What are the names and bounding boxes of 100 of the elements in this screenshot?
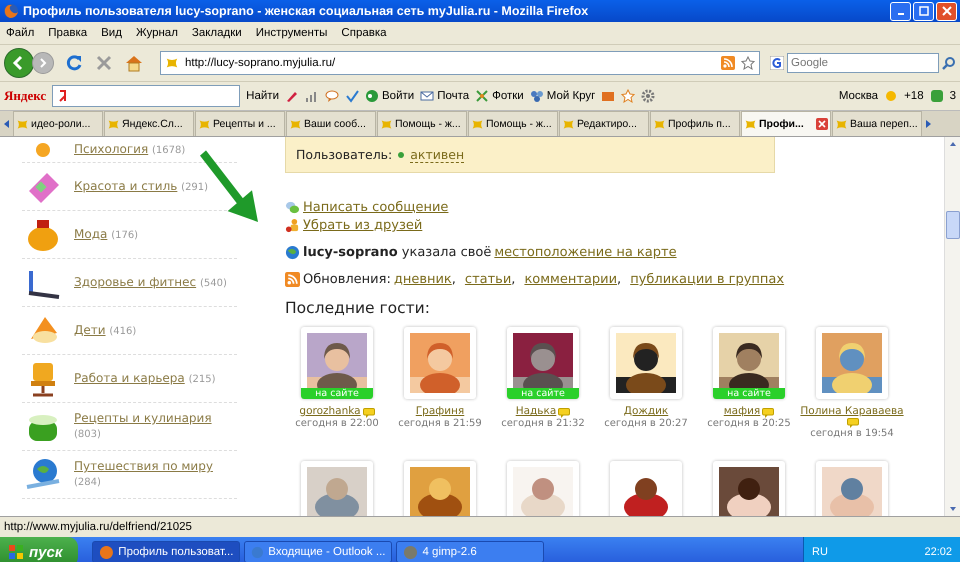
- site-logo-icon: [380, 118, 393, 130]
- star-icon[interactable]: [741, 56, 755, 70]
- star-icon[interactable]: [621, 89, 636, 103]
- visit-time: сегодня в 20:27: [604, 418, 688, 429]
- search-field[interactable]: Google: [787, 53, 939, 73]
- browser-tab[interactable]: Ваша переп...: [832, 111, 922, 136]
- address-field[interactable]: http://lucy-soprano.myjulia.ru/: [160, 51, 760, 75]
- photos-button[interactable]: Фотки: [475, 89, 524, 103]
- google-logo-icon[interactable]: [770, 56, 784, 70]
- guest-name-link[interactable]: Полина Караваева: [800, 404, 904, 418]
- find-button[interactable]: Найти: [246, 90, 279, 102]
- speech-bubble-icon[interactable]: [325, 89, 339, 103]
- login-button[interactable]: Войти: [365, 89, 414, 103]
- signal-bars-icon[interactable]: [305, 89, 319, 103]
- guest-name-link[interactable]: Графиня: [416, 404, 464, 418]
- back-button[interactable]: [4, 48, 34, 78]
- minimize-button[interactable]: [890, 2, 911, 20]
- browser-tab[interactable]: Профи...: [741, 111, 831, 136]
- site-logo-icon: [107, 118, 120, 130]
- search-icon[interactable]: [942, 56, 956, 70]
- browser-tab[interactable]: Яндекс.Сл...: [104, 111, 194, 136]
- reload-icon[interactable]: [64, 53, 84, 73]
- avatar-frame[interactable]: [610, 327, 682, 399]
- category-count: (803): [74, 429, 101, 440]
- speech-bubble-icon[interactable]: [558, 408, 570, 418]
- speech-bubble-icon[interactable]: [762, 408, 774, 418]
- my-circle-button[interactable]: Мой Круг: [530, 89, 596, 103]
- menu-item[interactable]: Вид: [101, 27, 122, 39]
- guest-name-link[interactable]: Дождик: [624, 404, 668, 418]
- updates-link[interactable]: комментарии: [524, 272, 618, 287]
- browser-tab[interactable]: Ваши сооб...: [286, 111, 376, 136]
- browser-tab[interactable]: Редактиро...: [559, 111, 649, 136]
- category-link[interactable]: Путешествия по миру: [74, 459, 213, 473]
- taskbar-button[interactable]: Входящие - Outlook ...: [244, 541, 392, 562]
- category-count: (291): [181, 182, 208, 192]
- taskbar-button[interactable]: Профиль пользоват...: [92, 541, 240, 562]
- category-link[interactable]: Здоровье и фитнес: [74, 274, 196, 288]
- forward-button[interactable]: [32, 52, 54, 74]
- category-count: (1678): [152, 144, 186, 156]
- browser-tab[interactable]: идео-роли...: [13, 111, 103, 136]
- vertical-scrollbar[interactable]: [944, 137, 960, 516]
- updates-link[interactable]: статьи: [464, 272, 512, 287]
- maximize-icon: [918, 6, 928, 16]
- status-link[interactable]: активен: [410, 146, 464, 162]
- temperature-label: +18: [904, 90, 924, 102]
- browser-tab[interactable]: Помощь - ж...: [468, 111, 558, 136]
- yandex-search-field[interactable]: [52, 85, 240, 107]
- count-label: 3: [950, 90, 956, 102]
- site-logo-icon: [562, 118, 575, 130]
- chat-bubbles-icon: [285, 200, 300, 215]
- status-url: http://www.myjulia.ru/delfriend/21025: [4, 521, 192, 533]
- menu-item[interactable]: Журнал: [136, 27, 178, 39]
- separator: ,: [511, 272, 516, 287]
- site-logo-icon: [198, 118, 211, 130]
- scroll-left-icon[interactable]: [2, 118, 12, 128]
- updates-link[interactable]: публикации в группах: [630, 272, 784, 287]
- menu-item[interactable]: Инструменты: [256, 27, 328, 39]
- visit-time: сегодня в 22:00: [295, 418, 379, 429]
- action-link[interactable]: Убрать из друзей: [303, 218, 422, 233]
- scrollbar-thumb[interactable]: [946, 211, 960, 239]
- updates-link[interactable]: дневник: [394, 272, 452, 287]
- category-link[interactable]: Психология: [74, 142, 148, 156]
- browser-tab[interactable]: Рецепты и ...: [195, 111, 285, 136]
- speech-bubble-icon[interactable]: [362, 408, 375, 418]
- people-icon: [285, 218, 300, 233]
- action-link[interactable]: Написать сообщение: [303, 200, 448, 215]
- language-indicator[interactable]: RU: [812, 546, 828, 558]
- mail-button[interactable]: Почта: [420, 89, 470, 103]
- taskbar-button[interactable]: 4 gimp-2.6: [396, 541, 544, 562]
- speech-bubble-icon[interactable]: [847, 418, 859, 428]
- guest-name-link[interactable]: Надька: [516, 404, 556, 418]
- site-logo-icon: [289, 118, 302, 130]
- rss-icon[interactable]: [721, 56, 735, 70]
- location-text: lucy-soprano указала своё: [303, 245, 492, 260]
- category-link[interactable]: Рецепты и кулинария: [74, 411, 212, 425]
- browser-tab[interactable]: Профиль п...: [650, 111, 740, 136]
- city-label[interactable]: Москва: [838, 90, 878, 102]
- category-link[interactable]: Красота и стиль: [74, 178, 178, 192]
- menu-item[interactable]: Правка: [48, 27, 88, 39]
- stop-icon[interactable]: [94, 53, 114, 73]
- home-icon[interactable]: [124, 53, 144, 73]
- menu-item[interactable]: Закладки: [192, 27, 242, 39]
- visit-time: сегодня в 21:32: [501, 418, 585, 429]
- category-link[interactable]: Мода: [74, 226, 108, 240]
- close-tab-icon[interactable]: [816, 118, 828, 130]
- category-link[interactable]: Дети: [74, 322, 106, 336]
- guest-name-link[interactable]: мафия: [724, 404, 760, 418]
- maximize-button[interactable]: [913, 2, 934, 20]
- close-button[interactable]: [936, 2, 957, 20]
- spellcheck-icon[interactable]: [345, 89, 359, 103]
- map-location-link[interactable]: местоположение на карте: [494, 245, 677, 260]
- menu-item[interactable]: Файл: [6, 27, 34, 39]
- menu-item[interactable]: Справка: [341, 27, 387, 39]
- browser-tab[interactable]: Помощь - ж...: [377, 111, 467, 136]
- scroll-right-icon[interactable]: [923, 118, 933, 128]
- settings-icon[interactable]: [641, 89, 656, 103]
- guest-name-link[interactable]: gorozhanka: [299, 404, 361, 418]
- start-button[interactable]: пуск: [0, 537, 78, 562]
- pencil-icon[interactable]: [285, 89, 299, 103]
- category-link[interactable]: Работа и карьера: [74, 370, 185, 384]
